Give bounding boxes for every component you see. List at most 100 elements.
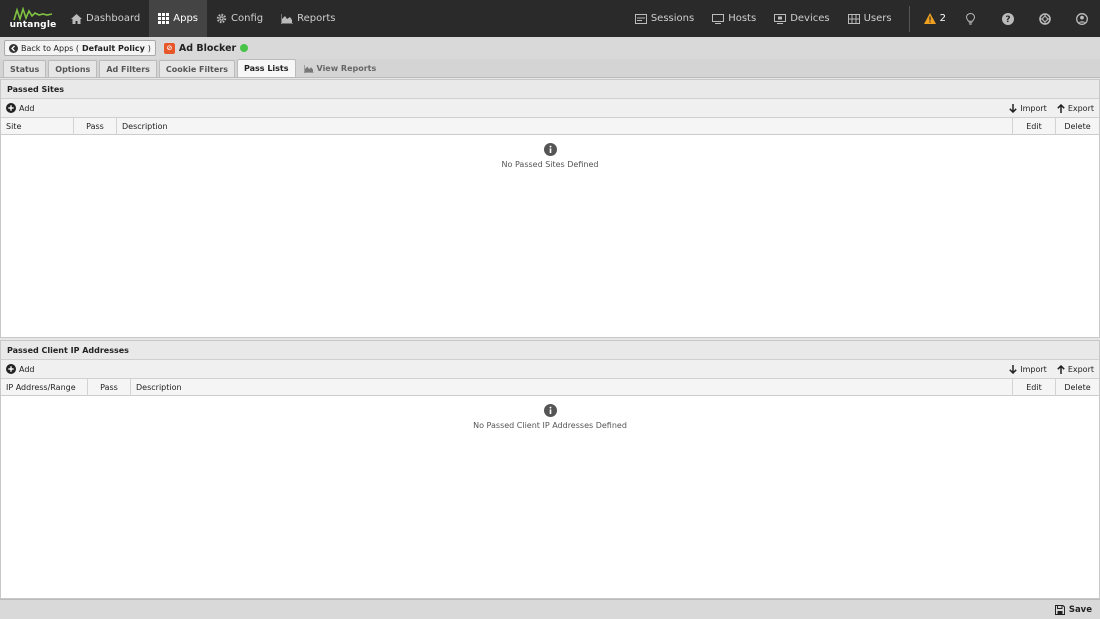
nav-reports[interactable]: Reports (272, 0, 344, 37)
column-header-site[interactable]: Site (1, 118, 74, 135)
passed-sites-title: Passed Sites (1, 80, 1099, 99)
plus-circle-icon (6, 103, 16, 113)
app-title: ⊘ Ad Blocker (163, 42, 249, 54)
warning-icon (923, 13, 936, 24)
passed-clients-grid-header: IP Address/Range Pass Description Edit D… (1, 379, 1099, 396)
passed-clients-export-label: Export (1067, 364, 1094, 374)
passed-sites-import-button[interactable]: Import (1009, 103, 1047, 113)
passed-clients-grid-body: No Passed Client IP Addresses Defined (1, 396, 1099, 598)
area-chart-icon (303, 64, 314, 73)
passed-clients-title: Passed Client IP Addresses (1, 341, 1099, 360)
passed-clients-add-button[interactable]: Add (6, 364, 35, 374)
lightbulb-icon (966, 12, 975, 25)
alerts-count: 2 (939, 13, 946, 24)
help-button[interactable]: ? (989, 0, 1026, 37)
nav-dashboard[interactable]: Dashboard (62, 0, 149, 37)
support-button[interactable] (1026, 0, 1063, 37)
passed-sites-empty-state: No Passed Sites Defined (1, 143, 1099, 169)
view-reports-link[interactable]: View Reports (298, 60, 383, 77)
column-header-pass[interactable]: Pass (88, 379, 131, 396)
save-label: Save (1068, 604, 1092, 615)
back-button-policy: Default Policy (82, 43, 145, 53)
tab-status[interactable]: Status (3, 60, 47, 77)
arrow-circle-left-icon (9, 43, 18, 53)
passed-sites-grid-header: Site Pass Description Edit Delete (1, 118, 1099, 135)
life-ring-icon (1038, 12, 1051, 25)
passed-sites-add-button[interactable]: Add (6, 103, 35, 113)
passed-sites-grid-body: No Passed Sites Defined (1, 135, 1099, 337)
passed-clients-empty-text: No Passed Client IP Addresses Defined (473, 421, 627, 430)
nav-users-label: Users (863, 13, 892, 24)
app-name: Ad Blocker (178, 42, 237, 54)
arrow-down-icon (1009, 103, 1017, 113)
plus-circle-icon (6, 364, 16, 374)
passed-clients-panel: Passed Client IP Addresses Add Import Ex… (0, 340, 1100, 599)
hosts-icon (712, 13, 725, 24)
column-header-edit[interactable]: Edit (1013, 118, 1056, 135)
passed-clients-empty-state: No Passed Client IP Addresses Defined (1, 404, 1099, 430)
passed-sites-import-label: Import (1020, 103, 1047, 113)
column-header-description[interactable]: Description (117, 118, 1013, 135)
arrow-up-icon (1057, 103, 1065, 113)
untangle-logo[interactable]: untangle (0, 0, 62, 37)
passed-clients-tools-right: Import Export (1009, 364, 1094, 374)
passed-sites-export-label: Export (1067, 103, 1094, 113)
column-header-delete[interactable]: Delete (1056, 379, 1099, 396)
info-circle-icon (543, 143, 557, 156)
grid-icon (158, 13, 170, 24)
home-icon (71, 13, 82, 24)
tips-button[interactable] (952, 0, 989, 37)
column-header-edit[interactable]: Edit (1013, 379, 1056, 396)
save-button[interactable]: Save (1054, 604, 1092, 615)
back-to-apps-button[interactable]: Back to Apps (Default Policy) (4, 40, 156, 56)
passed-clients-export-button[interactable]: Export (1057, 364, 1094, 374)
nav-apps[interactable]: Apps (149, 0, 208, 37)
tab-ad-filters[interactable]: Ad Filters (99, 60, 157, 77)
nav-config-label: Config (231, 13, 264, 24)
tab-options[interactable]: Options (48, 60, 98, 77)
tab-pass-lists[interactable]: Pass Lists (236, 59, 296, 77)
nav-sessions-label: Sessions (650, 13, 695, 24)
nav-apps-label: Apps (173, 13, 199, 24)
passed-sites-toolbar: Add Import Export (1, 99, 1099, 118)
nav-hosts[interactable]: Hosts (703, 0, 765, 37)
devices-icon (774, 13, 787, 24)
arrow-up-icon (1057, 364, 1065, 374)
nav-devices[interactable]: Devices (765, 0, 838, 37)
nav-users[interactable]: Users (839, 0, 901, 37)
passed-sites-add-label: Add (19, 103, 35, 113)
nav-hosts-label: Hosts (728, 13, 757, 24)
logo-text: untangle (9, 20, 57, 30)
app-status-indicator (240, 44, 249, 52)
passed-sites-export-button[interactable]: Export (1057, 103, 1094, 113)
area-chart-icon (281, 13, 294, 24)
nav-config[interactable]: Config (207, 0, 272, 37)
nav-sessions[interactable]: Sessions (626, 0, 703, 37)
alerts-button[interactable]: 2 (918, 0, 952, 37)
tab-bar: Status Options Ad Filters Cookie Filters… (0, 59, 1100, 78)
sessions-icon (634, 13, 647, 24)
passed-clients-toolbar: Add Import Export (1, 360, 1099, 379)
nav-reports-label: Reports (297, 13, 336, 24)
logo-wave-icon (13, 7, 53, 21)
gear-icon (216, 13, 227, 24)
info-circle-icon (543, 404, 557, 417)
top-navigation-bar: untangle Dashboard Apps Config Reports S… (0, 0, 1100, 37)
passed-clients-import-label: Import (1020, 364, 1047, 374)
column-header-description[interactable]: Description (131, 379, 1013, 396)
column-header-delete[interactable]: Delete (1056, 118, 1099, 135)
users-icon (847, 13, 860, 24)
user-circle-icon (1075, 12, 1088, 25)
nav-dashboard-label: Dashboard (86, 13, 141, 24)
passed-sites-panel: Passed Sites Add Import Export Site Pass… (0, 79, 1100, 338)
passed-clients-import-button[interactable]: Import (1009, 364, 1047, 374)
tab-cookie-filters[interactable]: Cookie Filters (158, 60, 235, 77)
account-button[interactable] (1063, 0, 1100, 37)
passed-sites-empty-text: No Passed Sites Defined (501, 160, 599, 169)
floppy-disk-icon (1054, 604, 1065, 615)
column-header-ip-address[interactable]: IP Address/Range (1, 379, 88, 396)
view-reports-label: View Reports (316, 64, 377, 73)
help-icon: ? (1001, 12, 1014, 25)
column-header-pass[interactable]: Pass (74, 118, 117, 135)
passed-sites-tools-right: Import Export (1009, 103, 1094, 113)
